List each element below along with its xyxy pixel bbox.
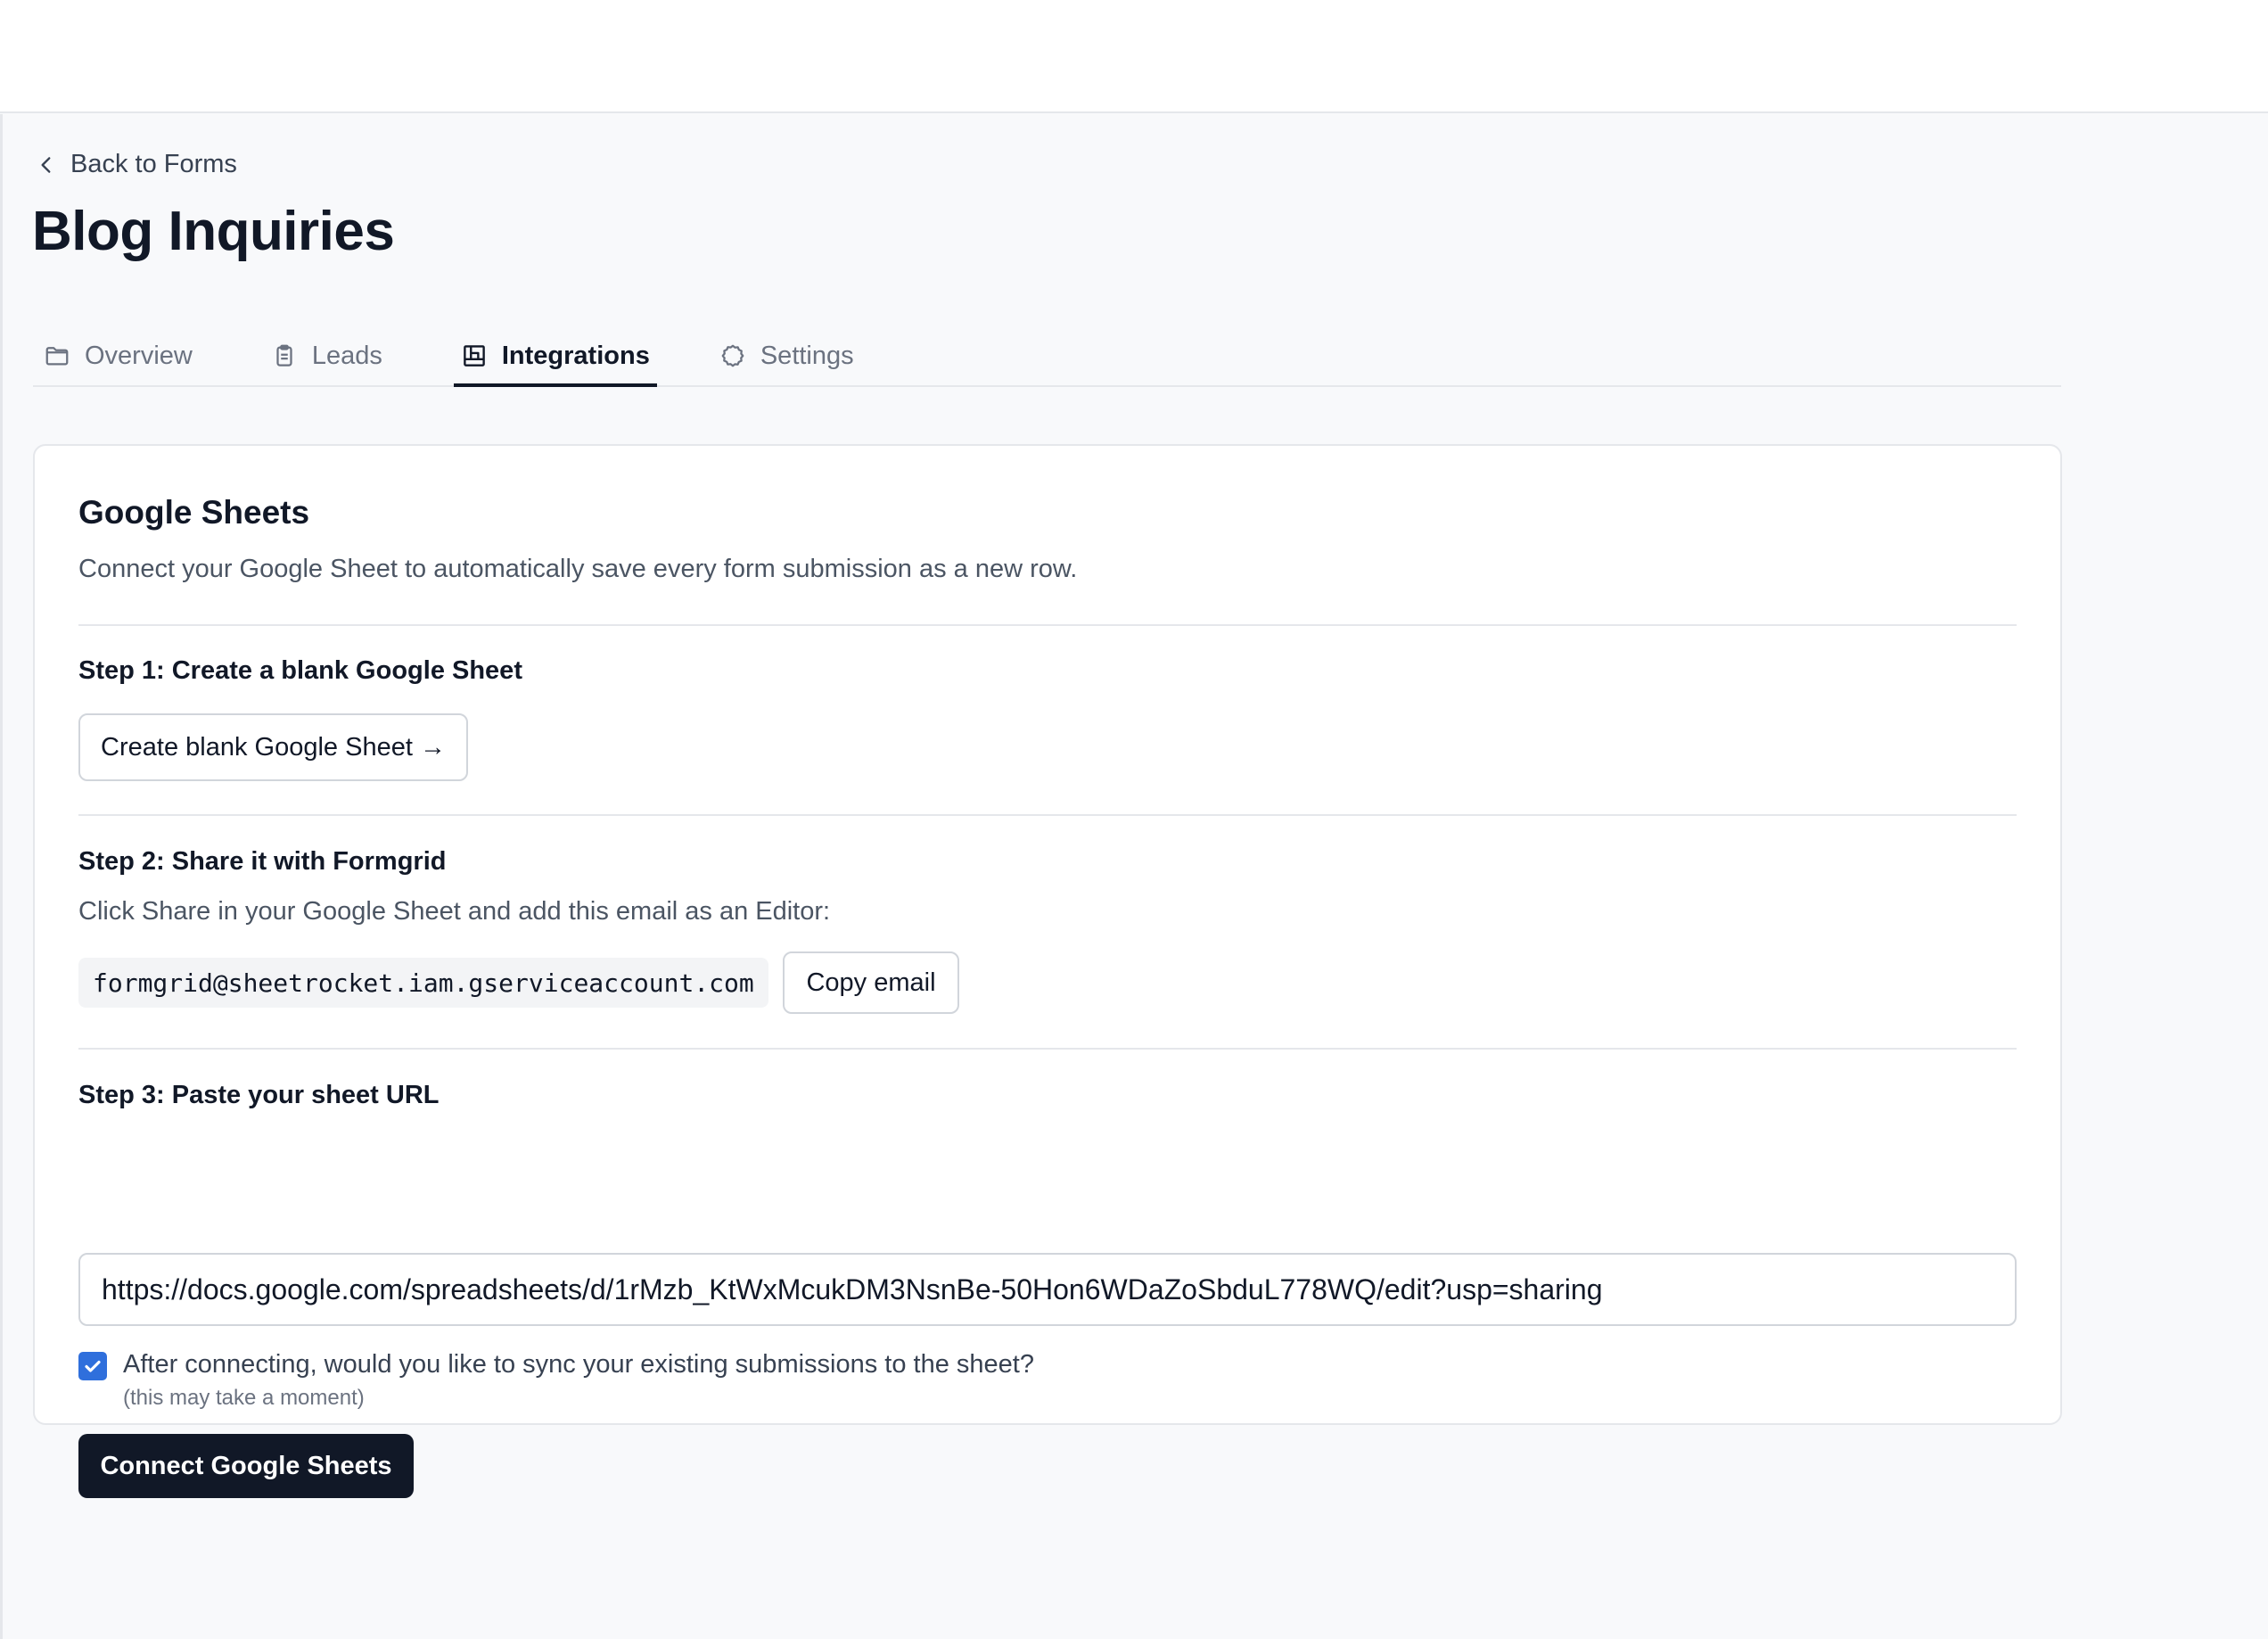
tab-bar: Overview Leads Integrations Settings (33, 326, 2061, 387)
step1-title: Step 1: Create a blank Google Sheet (78, 656, 522, 685)
tab-integrations[interactable]: Integrations (453, 326, 657, 387)
divider (78, 1048, 2017, 1050)
integrations-icon (464, 345, 485, 367)
service-account-email: formgrid@sheetrocket.iam.gserviceaccount… (78, 958, 768, 1008)
tab-leads[interactable]: Leads (264, 326, 390, 385)
divider (78, 814, 2017, 816)
copy-email-button[interactable]: Copy email (783, 951, 959, 1014)
chevron-left-icon (41, 156, 51, 173)
divider (78, 624, 2017, 626)
checkmark-icon (85, 1360, 101, 1372)
folder-icon (45, 347, 69, 366)
tab-settings[interactable]: Settings (712, 326, 861, 385)
sync-note: (this may take a moment) (123, 1386, 365, 1410)
step2-title: Step 2: Share it with Formgrid (78, 847, 447, 876)
page-content: Back to Forms Blog Inquiries Overview Le… (0, 114, 2268, 1639)
tab-overview[interactable]: Overview (37, 326, 200, 385)
back-link-label: Back to Forms (70, 150, 237, 178)
google-sheets-card: Google Sheets Connect your Google Sheet … (33, 444, 2062, 1498)
card-title: Google Sheets (78, 494, 310, 531)
tab-settings-label: Settings (760, 341, 854, 370)
back-to-forms-link[interactable]: Back to Forms (35, 150, 237, 179)
page-title: Blog Inquiries (32, 201, 395, 262)
step2-instructions: Click Share in your Google Sheet and add… (78, 897, 831, 926)
connect-google-sheets-button[interactable]: Connect Google Sheets (78, 1434, 414, 1498)
card-description: Connect your Google Sheet to automatical… (78, 555, 1078, 583)
sheet-url-input[interactable] (78, 1253, 2017, 1326)
top-bar (0, 0, 2268, 113)
clipboard-icon (276, 344, 292, 367)
gear-icon (721, 344, 744, 367)
step3-title: Step 3: Paste your sheet URL (78, 1081, 440, 1109)
create-blank-sheet-button[interactable]: Create blank Google Sheet → (78, 713, 468, 781)
tab-overview-label: Overview (85, 341, 193, 370)
sync-checkbox-label[interactable]: After connecting, would you like to sync… (123, 1350, 1034, 1380)
tab-leads-label: Leads (311, 341, 382, 370)
sync-checkbox[interactable] (78, 1352, 107, 1380)
tab-integrations-label: Integrations (501, 341, 650, 370)
sync-option: After connecting, would you like to sync… (78, 1350, 1034, 1380)
